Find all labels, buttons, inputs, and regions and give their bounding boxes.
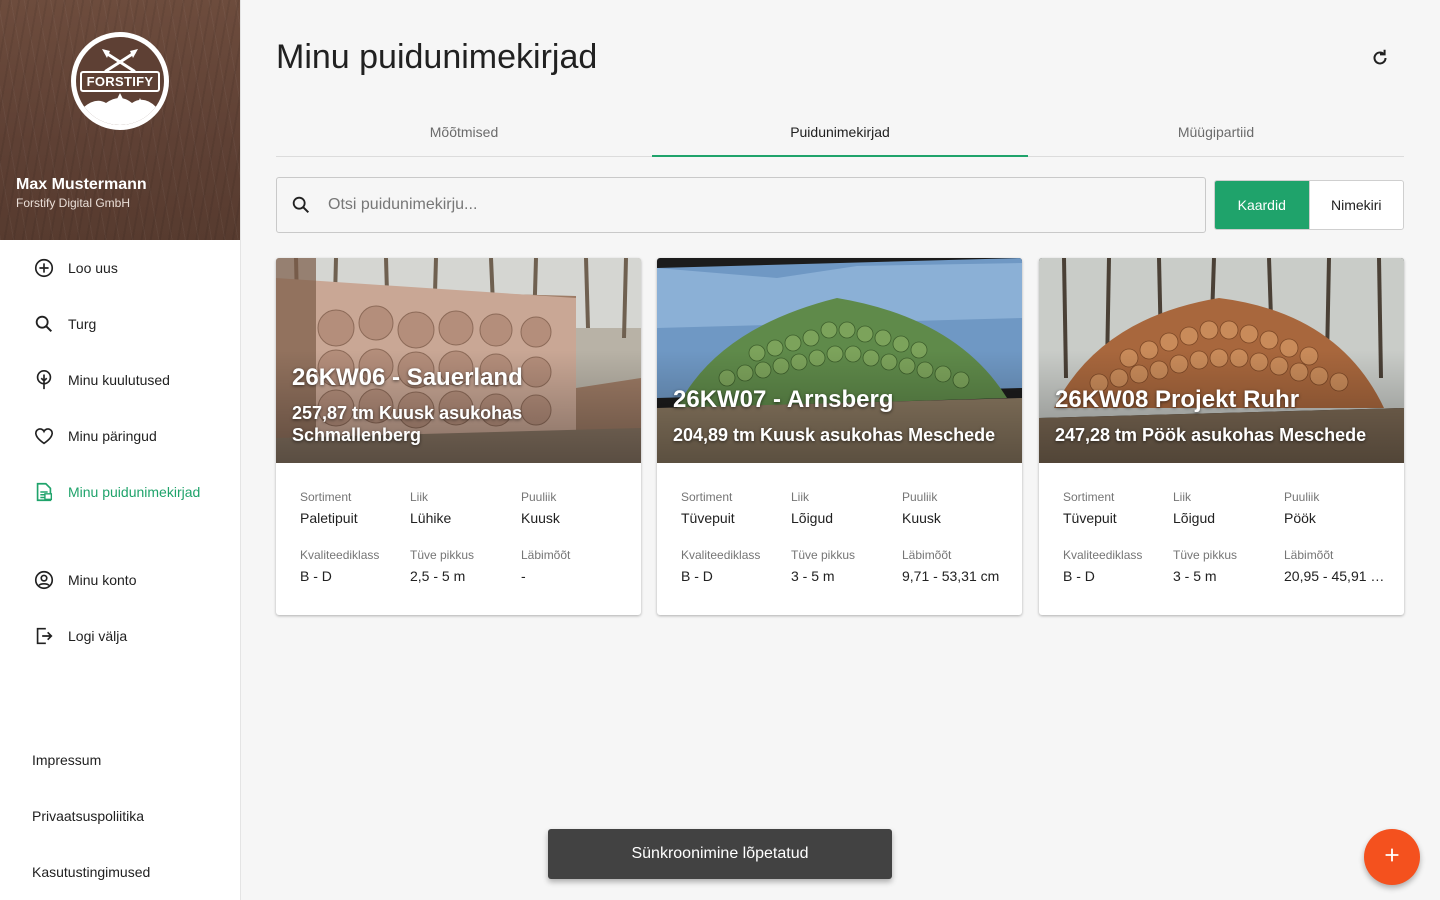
nav-logout[interactable]: Logi välja (0, 616, 240, 656)
card-subtitle: 247,28 tm Pöök asukohas Meschede (1055, 425, 1367, 445)
logout-icon (32, 624, 56, 648)
forstify-logo: FORSTIFY (71, 32, 169, 130)
prop-species: Puuliik Kuusk (521, 490, 560, 526)
timber-list-card[interactable]: 26KW07 - Arnsberg 204,89 tm Kuusk asukoh… (657, 258, 1022, 615)
nav-my-listings[interactable]: Minu kuulutused (0, 360, 240, 400)
footer-privacy-link[interactable]: Privaatsuspoliitika (32, 808, 144, 824)
search-icon (32, 312, 56, 336)
tab-bar: Mõõtmised Puidunimekirjad Müügipartiid (276, 108, 1404, 157)
prop-assortment: Sortiment Tüvepuit (681, 490, 735, 526)
prop-species: Puuliik Kuusk (902, 490, 941, 526)
card-title: 26KW07 - Arnsberg (673, 386, 894, 413)
card-properties: Sortiment Tüvepuit Liik Lõigud Puuliik Pöök… (1063, 490, 1393, 584)
cards-view-button[interactable]: Kaardid (1215, 181, 1309, 229)
prop-length: Tüve pikkus 3 - 5 m (791, 548, 856, 584)
tab-timber-lists[interactable]: Puidunimekirjad (652, 108, 1028, 157)
prop-quality: Kvaliteediklass B - D (300, 548, 380, 584)
prop-quality: Kvaliteediklass B - D (1063, 548, 1143, 584)
prop-quality: Kvaliteediklass B - D (681, 548, 761, 584)
refresh-button[interactable] (1366, 46, 1394, 74)
card-properties: Sortiment Paletipuit Liik Lühike Puuliik Ku… (300, 490, 630, 584)
prop-diameter: Läbimõõt 9,71 - 53,31 cm (902, 548, 1000, 584)
profile-header: FORSTIFY Max Mustermann Forstify Digital… (0, 0, 240, 240)
tab-sale-lots[interactable]: Müügipartiid (1028, 108, 1404, 156)
user-name: Max Mustermann (16, 176, 147, 193)
card-properties: Sortiment Tüvepuit Liik Lõigud Puuliik Kuus… (681, 490, 1011, 584)
prop-species: Puuliik Pöök (1284, 490, 1320, 526)
sidebar: FORSTIFY Max Mustermann Forstify Digital… (0, 0, 241, 900)
document-icon (32, 480, 56, 504)
card-subtitle: 257,87 tm Kuusk asukohas Schmallenberg (292, 403, 523, 445)
tree-icon (32, 368, 56, 392)
nav-my-requests[interactable]: Minu päringud (0, 416, 240, 456)
card-title: 26KW06 - Sauerland (292, 364, 523, 391)
user-company: Forstify Digital GmbH (16, 196, 131, 210)
prop-length: Tüve pikkus 3 - 5 m (1173, 548, 1238, 584)
nav-market[interactable]: Turg (0, 304, 240, 344)
card-subtitle: 204,89 tm Kuusk asukohas Meschede (673, 425, 996, 445)
prop-length: Tüve pikkus 2,5 - 5 m (410, 548, 475, 584)
tab-measurements[interactable]: Mõõtmised (276, 108, 652, 156)
page-title: Minu puidunimekirjad (276, 38, 598, 76)
add-fab-button[interactable] (1364, 829, 1420, 885)
plus-icon (1381, 844, 1403, 871)
list-view-button[interactable]: Nimekiri (1308, 181, 1404, 229)
nav-label: Minu puidunimekirjad (68, 484, 201, 500)
prop-assortment: Sortiment Paletipuit (300, 490, 358, 526)
timber-list-card[interactable]: 26KW06 - Sauerland 257,87 tm Kuusk asuko… (276, 258, 641, 615)
search-box (276, 177, 1206, 233)
nav-label: Loo uus (68, 260, 118, 276)
nav-my-timber-lists[interactable]: Minu puidunimekirjad (0, 472, 240, 512)
heart-icon (32, 424, 56, 448)
timber-list-card[interactable]: 26KW08 Projekt Ruhr 247,28 tm Pöök asuko… (1039, 258, 1404, 615)
refresh-icon (1369, 47, 1391, 74)
prop-type: Liik Lõigud (791, 490, 834, 526)
nav-my-account[interactable]: Minu konto (0, 560, 240, 600)
nav-label: Minu päringud (68, 428, 157, 444)
nav-label: Logi välja (68, 628, 128, 644)
nav-label: Minu konto (68, 572, 137, 588)
prop-diameter: Läbimõõt 20,95 - 45,91 … (1284, 548, 1385, 584)
prop-assortment: Sortiment Tüvepuit (1063, 490, 1117, 526)
view-toggle: Kaardid Nimekiri (1214, 180, 1404, 230)
prop-type: Liik Lühike (410, 490, 452, 526)
footer-impressum-link[interactable]: Impressum (32, 752, 101, 768)
prop-type: Liik Lõigud (1173, 490, 1216, 526)
nav-label: Minu kuulutused (68, 372, 170, 388)
prop-diameter: Läbimõõt - (521, 548, 571, 584)
search-icon (289, 193, 313, 217)
sync-snackbar: Sünkroonimine lõpetatud (548, 829, 892, 879)
card-image: 26KW07 - Arnsberg 204,89 tm Kuusk asukoh… (657, 258, 1022, 463)
nav-create-new[interactable]: Loo uus (0, 248, 240, 288)
nav-label: Turg (68, 316, 97, 332)
card-image: 26KW06 - Sauerland 257,87 tm Kuusk asuko… (276, 258, 641, 463)
search-input[interactable] (328, 196, 1188, 214)
card-image: 26KW08 Projekt Ruhr 247,28 tm Pöök asuko… (1039, 258, 1404, 463)
card-title: 26KW08 Projekt Ruhr (1055, 386, 1300, 413)
account-icon (32, 568, 56, 592)
footer-terms-link[interactable]: Kasutustingimused (32, 864, 150, 880)
add-circle-icon (32, 256, 56, 280)
